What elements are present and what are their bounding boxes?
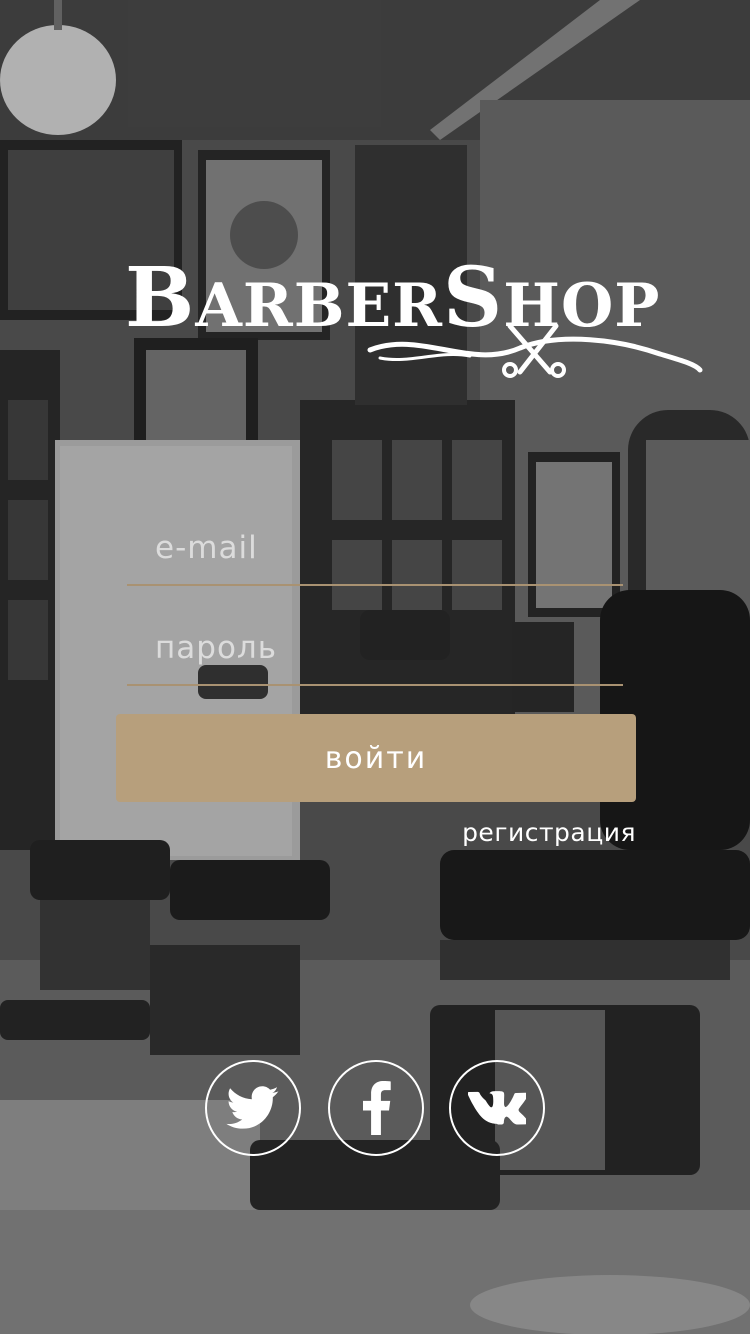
facebook-f-icon <box>362 1081 391 1135</box>
barbershop-logo: BARBERSHOP <box>125 250 703 380</box>
password-input[interactable] <box>127 612 623 684</box>
vk-button[interactable] <box>449 1060 545 1156</box>
twitter-button[interactable] <box>205 1060 301 1156</box>
login-screen: BARBERSHOP войти регистрация <box>0 0 750 1334</box>
scissors-flourish-icon <box>367 323 703 378</box>
login-button[interactable]: войти <box>116 714 636 802</box>
logo-letter-b: B <box>125 250 196 346</box>
twitter-bird-icon <box>226 1086 279 1129</box>
facebook-button[interactable] <box>328 1060 424 1156</box>
email-input[interactable] <box>127 512 623 584</box>
vk-icon <box>468 1091 526 1125</box>
register-link[interactable]: регистрация <box>462 818 636 847</box>
password-field <box>127 612 623 686</box>
email-field <box>127 512 623 586</box>
